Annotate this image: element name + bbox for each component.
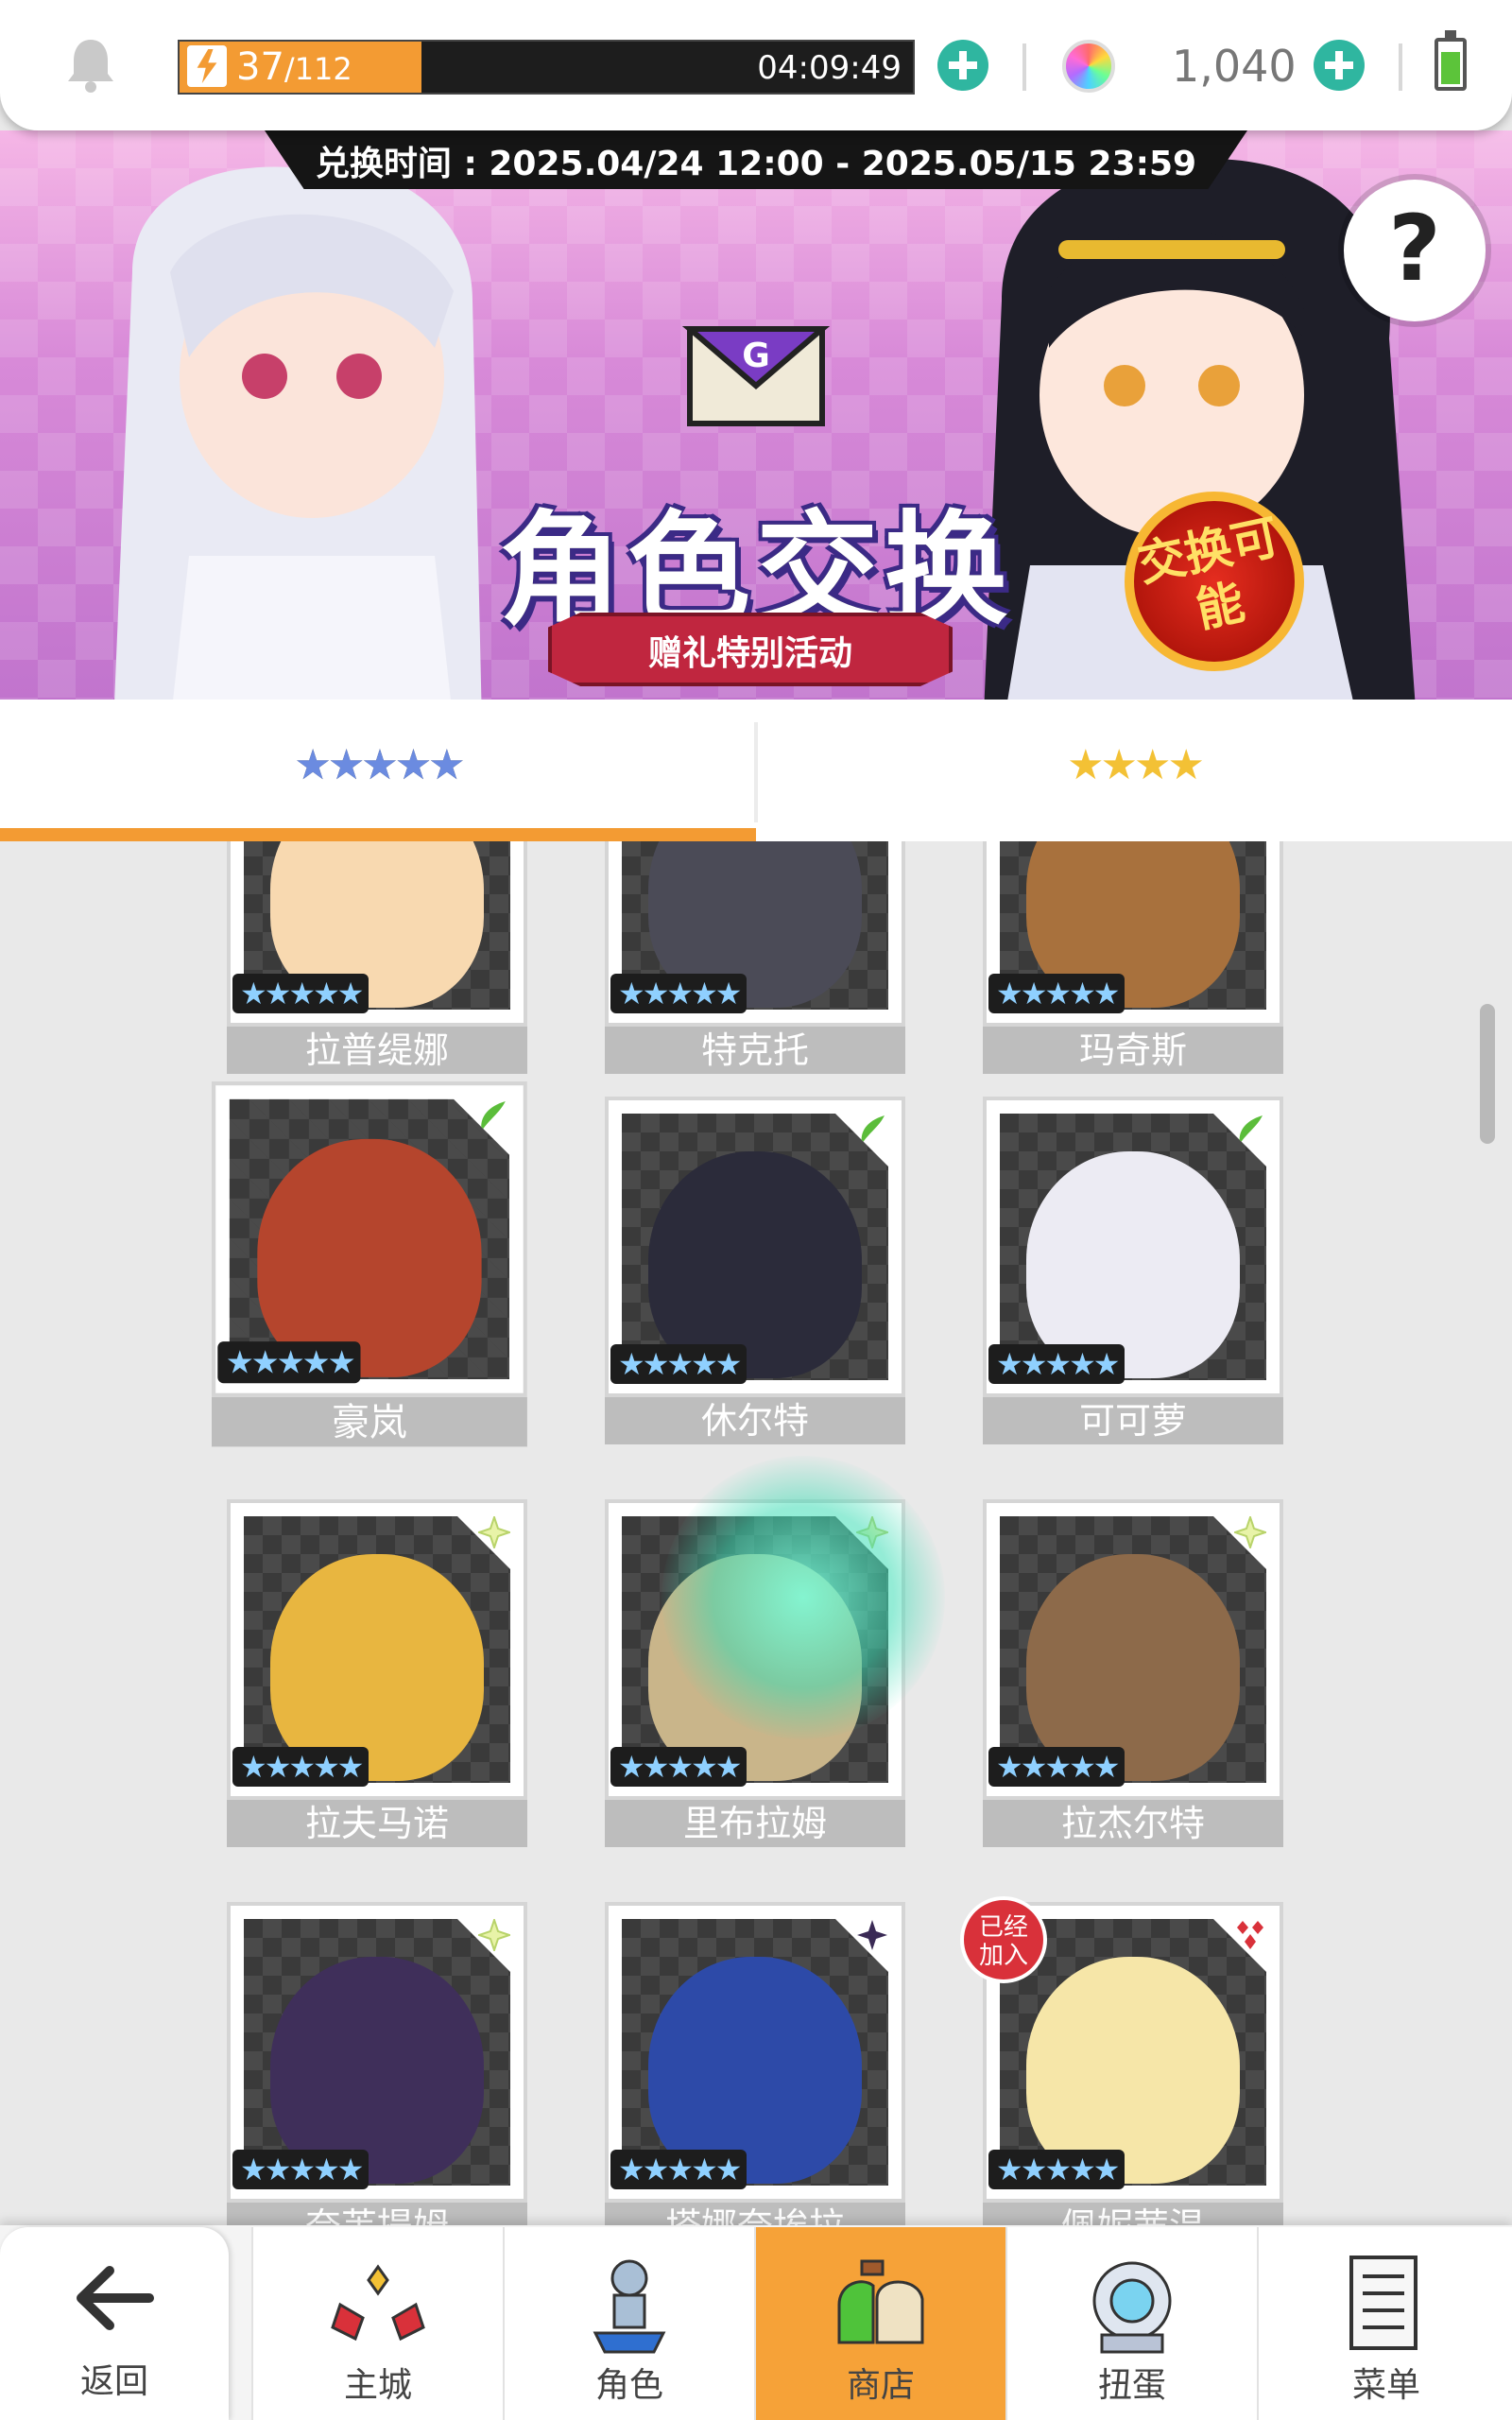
selection-glow-effect <box>662 1456 945 1739</box>
character-name: 佩妮茜温 <box>983 2203 1283 2227</box>
character-name: 里布拉姆 <box>605 1800 905 1847</box>
star-rating: ★★★★★ <box>232 2150 369 2189</box>
nav-gacha[interactable]: 扭蛋 <box>1005 2227 1257 2420</box>
back-button[interactable]: 返回 <box>0 2227 229 2420</box>
star-rating: ★★★★★ <box>610 1747 747 1787</box>
exchange-period-bar: 兑换时间 : 2025.04/24 12:00 - 2025.05/15 23:… <box>265 130 1247 189</box>
character-portrait <box>244 1516 510 1783</box>
star-rating: ★★★★★ <box>610 1344 747 1384</box>
star-rating: ★★★★★ <box>217 1341 361 1384</box>
star-rating: ★★★★★ <box>232 974 369 1013</box>
stamina-bar: 37/112 04:09:49 <box>178 40 915 95</box>
character-name: 可可萝 <box>983 1397 1283 1444</box>
nav-menu[interactable]: 菜单 <box>1257 2227 1512 2420</box>
add-stamina-button[interactable] <box>937 40 988 91</box>
character-card[interactable]: ★★★★★ 拉夫马诺 <box>227 1499 527 1847</box>
bell-icon[interactable] <box>64 36 117 93</box>
star-rating: ★★★★★ <box>988 974 1125 1013</box>
character-portrait <box>244 1919 510 2186</box>
divider <box>1399 43 1402 91</box>
character-portrait <box>622 1919 888 2186</box>
character-card[interactable]: ★★★★★ 玛奇斯 <box>983 841 1283 1074</box>
status-bar: 37/112 04:09:49 1,040 <box>0 0 1512 130</box>
scrollbar[interactable] <box>1480 1004 1495 1144</box>
character-card[interactable]: ★★★★★ 特克托 <box>605 841 905 1074</box>
character-name: 豪岚 <box>212 1396 527 1447</box>
character-portrait <box>622 1114 888 1380</box>
gacha-icon <box>1092 2261 1172 2354</box>
tab-four-star[interactable]: ★★★★ <box>756 700 1512 841</box>
back-label: 返回 <box>79 2362 148 2401</box>
stamina-timer: 04:09:49 <box>757 49 902 87</box>
star-rating: ★★★★★ <box>988 1747 1125 1787</box>
character-portrait <box>1000 1516 1266 1783</box>
character-card[interactable]: ★★★★★ 可可萝 <box>983 1097 1283 1444</box>
stamina-value: 37/112 <box>236 45 352 89</box>
character-card[interactable]: ★★★★★ 豪岚 <box>212 1081 527 1447</box>
banner-subtitle-ribbon: 赠礼特别活动 <box>548 613 953 686</box>
character-name: 特克托 <box>605 1027 905 1074</box>
character-name: 玛奇斯 <box>983 1027 1283 1074</box>
character-card[interactable]: ★★★★★ 拉普缇娜 <box>227 841 527 1074</box>
svg-text:G: G <box>742 337 770 375</box>
nav-shop[interactable]: 商店 <box>754 2227 1005 2420</box>
character-card[interactable]: ★★★★★ 拉杰尔特 <box>983 1499 1283 1847</box>
character-card[interactable]: ★★★★★ 塔娜奈埃拉 <box>605 1902 905 2227</box>
character-icon <box>593 2259 666 2354</box>
battery-icon <box>1435 30 1467 91</box>
rarity-tabs: ★★★★★ ★★★★ <box>0 700 1512 841</box>
divider <box>1022 43 1026 91</box>
menu-list-icon <box>1349 2256 1418 2350</box>
character-card[interactable]: ★★★★★ 休尔特 <box>605 1097 905 1444</box>
star-rating: ★★★★★ <box>610 974 747 1013</box>
character-name: 奈芙提姆 <box>227 2203 527 2227</box>
stamina-icon <box>187 45 227 87</box>
town-icon <box>331 2264 425 2342</box>
star-rating: ★★★★★ <box>988 1344 1125 1384</box>
already-joined-badge: 已经 加入 <box>960 1896 1047 1983</box>
tab-five-star[interactable]: ★★★★★ <box>0 700 756 841</box>
character-name: 塔娜奈埃拉 <box>605 2203 905 2227</box>
character-card[interactable]: ★★★★★ 奈芙提姆 <box>227 1902 527 2227</box>
character-name: 拉夫马诺 <box>227 1800 527 1847</box>
gem-count: 1,040 <box>1172 41 1297 92</box>
gem-icon <box>1062 40 1115 93</box>
character-name: 拉杰尔特 <box>983 1800 1283 1847</box>
nav-character[interactable]: 角色 <box>503 2227 754 2420</box>
exchange-possible-badge: 交换可能 <box>1125 492 1304 671</box>
back-arrow-icon <box>77 2266 154 2330</box>
nav-town[interactable]: 主城 <box>251 2227 503 2420</box>
help-button[interactable]: ? <box>1344 180 1486 321</box>
star-rating: ★★★★★ <box>610 2150 747 2189</box>
add-gem-button[interactable] <box>1314 40 1365 91</box>
character-portrait <box>1000 1114 1266 1380</box>
character-portrait <box>229 1098 509 1379</box>
star-rating: ★★★★★ <box>988 2150 1125 2189</box>
event-banner: 兑换时间 : 2025.04/24 12:00 - 2025.05/15 23:… <box>0 130 1512 700</box>
envelope-icon: G <box>681 326 831 426</box>
star-rating: ★★★★★ <box>232 1747 369 1787</box>
character-name: 休尔特 <box>605 1397 905 1444</box>
active-tab-indicator <box>0 828 756 841</box>
character-card[interactable]: 已经 加入 ★★★★★ 佩妮茜温 <box>960 1896 1283 2227</box>
character-name: 拉普缇娜 <box>227 1027 527 1074</box>
shop-icon <box>837 2259 924 2344</box>
